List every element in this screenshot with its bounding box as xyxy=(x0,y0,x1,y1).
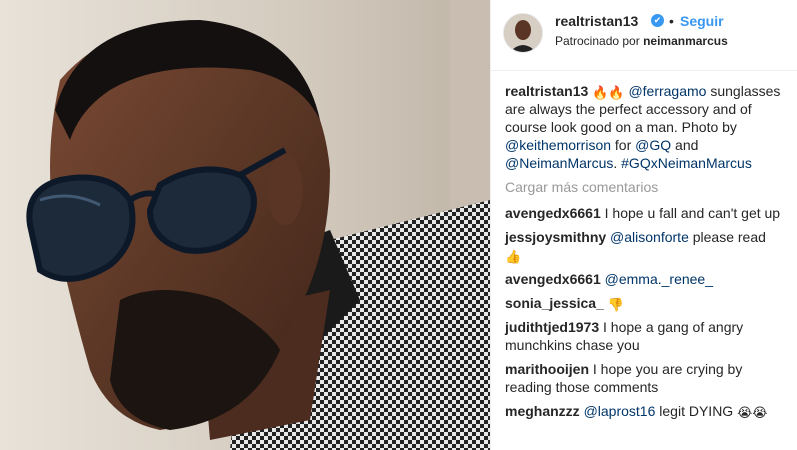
separator-dot: • xyxy=(669,13,674,29)
comment: judithtjed1973 I hope a gang of angry mu… xyxy=(505,318,785,354)
comment: marithooijen I hope you are crying by re… xyxy=(505,360,785,396)
comment: meghanzzz @laprost16 legit DYING 😭😭 xyxy=(505,402,785,420)
portrait-image xyxy=(0,0,490,450)
post-side-panel: realtristan13 ✔ • Seguir Patrocinado por… xyxy=(490,0,797,450)
comment-text: legit DYING xyxy=(655,403,738,419)
mention-link[interactable]: @keithemorrison xyxy=(505,137,611,153)
comment: sonia_jessica_ 👎 xyxy=(505,294,785,312)
fire-emoji-icon: 🔥🔥 xyxy=(592,85,625,100)
hashtag-link[interactable]: #GQxNeimanMarcus xyxy=(621,155,752,171)
sponsored-prefix: Patrocinado por xyxy=(555,34,640,48)
thumbs-down-emoji-icon: 👎 xyxy=(607,297,624,312)
comment-text: please read xyxy=(688,229,766,245)
caption: realtristan13 🔥🔥 @ferragamo sunglasses a… xyxy=(505,82,785,172)
verified-badge-icon: ✔ xyxy=(651,14,664,27)
comment-username[interactable]: jessjoysmithny xyxy=(505,229,606,245)
avatar-image xyxy=(504,14,542,52)
comment: jessjoysmithny @alisonforte please read … xyxy=(505,228,785,264)
caption-text: for xyxy=(611,137,636,153)
mention-link[interactable]: @emma._renee_ xyxy=(605,271,713,287)
caption-text: and xyxy=(671,137,699,153)
crying-laughing-emoji-icon: 😭😭 xyxy=(737,405,768,420)
mention-link[interactable]: @NeimanMarcus xyxy=(505,155,613,171)
comment-username[interactable]: meghanzzz xyxy=(505,403,580,419)
comments-list: realtristan13 🔥🔥 @ferragamo sunglasses a… xyxy=(505,82,785,426)
follow-button[interactable]: Seguir xyxy=(680,13,724,29)
sponsor-link[interactable]: neimanmarcus xyxy=(643,34,728,48)
header-username[interactable]: realtristan13 xyxy=(555,13,638,29)
comment-username[interactable]: avengedx6661 xyxy=(505,205,601,221)
load-more-comments-button[interactable]: Cargar más comentarios xyxy=(505,178,785,196)
sponsored-line: Patrocinado por neimanmarcus xyxy=(555,34,728,48)
post-header: realtristan13 ✔ • Seguir Patrocinado por… xyxy=(491,0,797,71)
mention-link[interactable]: @GQ xyxy=(635,137,671,153)
mention-link[interactable]: @ferragamo xyxy=(628,83,706,99)
comment: avengedx6661 I hope u fall and can't get… xyxy=(505,204,785,222)
instagram-post: realtristan13 ✔ • Seguir Patrocinado por… xyxy=(0,0,797,450)
avatar[interactable] xyxy=(503,13,543,53)
comment-username[interactable]: sonia_jessica_ xyxy=(505,295,604,311)
mention-link[interactable]: @alisonforte xyxy=(610,229,689,245)
comment-text: I hope u fall and can't get up xyxy=(604,205,781,221)
caption-text: . xyxy=(613,155,622,171)
comment-username[interactable]: avengedx6661 xyxy=(505,271,601,287)
mention-link[interactable]: @laprost16 xyxy=(584,403,656,419)
comment: avengedx6661 @emma._renee_ xyxy=(505,270,785,288)
thumbs-up-emoji-icon: 👍 xyxy=(505,249,522,264)
post-photo[interactable] xyxy=(0,0,490,450)
comment-username[interactable]: marithooijen xyxy=(505,361,589,377)
caption-username[interactable]: realtristan13 xyxy=(505,83,588,99)
comment-username[interactable]: judithtjed1973 xyxy=(505,319,599,335)
